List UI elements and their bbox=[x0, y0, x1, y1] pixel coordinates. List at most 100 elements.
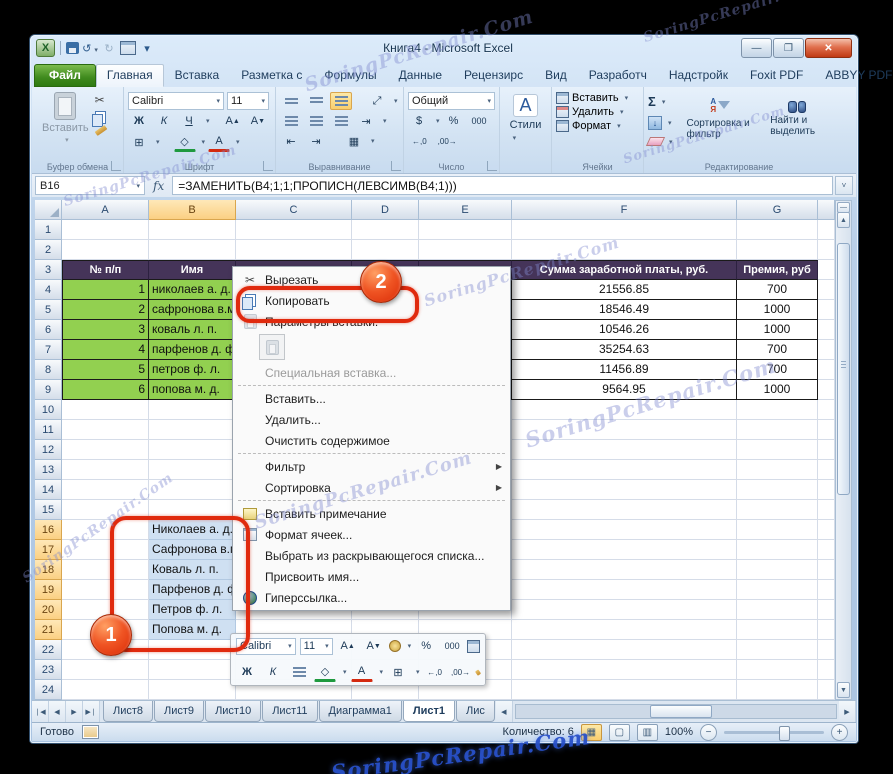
cell-D1[interactable] bbox=[352, 220, 419, 240]
vertical-scrollbar[interactable]: — ▲ ▼ bbox=[835, 200, 852, 700]
align-center-icon[interactable] bbox=[305, 112, 327, 130]
cell-F18[interactable] bbox=[512, 560, 737, 580]
scroll-up-icon[interactable]: ▲ bbox=[837, 212, 850, 228]
menu-item-гиперссылка[interactable]: Гиперссылка... bbox=[235, 587, 508, 608]
row-header-21[interactable]: 21 bbox=[35, 620, 62, 640]
cell-H18[interactable] bbox=[818, 560, 835, 580]
scroll-down-icon[interactable]: ▼ bbox=[837, 682, 850, 698]
cell-A24[interactable] bbox=[62, 680, 149, 700]
cell-F21[interactable] bbox=[512, 620, 737, 640]
mini-shrink-font-icon[interactable]: А ▼ bbox=[363, 637, 385, 655]
formula-input[interactable]: =ЗАМЕНИТЬ(B4;1;1;ПРОПИСН(ЛЕВСИМВ(B4;1))) bbox=[172, 176, 833, 195]
row-header-17[interactable]: 17 bbox=[35, 540, 62, 560]
cell-F23[interactable] bbox=[512, 660, 737, 680]
cell-H21[interactable] bbox=[818, 620, 835, 640]
cell-H8[interactable] bbox=[818, 360, 835, 380]
cell-F24[interactable] bbox=[512, 680, 737, 700]
paste-button[interactable]: Вставить ▾ bbox=[36, 90, 95, 146]
row-header-15[interactable]: 15 bbox=[35, 500, 62, 520]
row-header-24[interactable]: 24 bbox=[35, 680, 62, 700]
cell-H6[interactable] bbox=[818, 320, 835, 340]
cell-H4[interactable] bbox=[818, 280, 835, 300]
sheet-tab-лист8[interactable]: Лист8 bbox=[103, 701, 154, 722]
cell-H7[interactable] bbox=[818, 340, 835, 360]
cell-H13[interactable] bbox=[818, 460, 835, 480]
cell-F10[interactable] bbox=[512, 400, 737, 420]
cell-B10[interactable] bbox=[149, 400, 236, 420]
cell-H22[interactable] bbox=[818, 640, 835, 660]
font-size-select[interactable]: 11 ▾ bbox=[227, 92, 269, 110]
increase-indent-icon[interactable]: ⇥ bbox=[305, 132, 327, 150]
menu-item-фильтр[interactable]: Фильтр ▶ bbox=[235, 456, 508, 477]
ribbon-tab-рецензирс[interactable]: Рецензирс bbox=[453, 64, 534, 87]
column-header-B[interactable]: B bbox=[149, 200, 236, 220]
cell-B23[interactable] bbox=[149, 660, 236, 680]
cell-A5[interactable]: 2 bbox=[62, 300, 149, 320]
menu-item-вставить[interactable]: Вставить... bbox=[235, 388, 508, 409]
cell-G2[interactable] bbox=[737, 240, 818, 260]
cell-E2[interactable] bbox=[419, 240, 512, 260]
cell-A23[interactable] bbox=[62, 660, 149, 680]
select-all-corner[interactable] bbox=[35, 200, 62, 220]
cell-A2[interactable] bbox=[62, 240, 149, 260]
next-sheet-icon[interactable]: ▶ bbox=[66, 701, 83, 722]
row-header-9[interactable]: 9 bbox=[35, 380, 62, 400]
cell-B8[interactable]: петров ф. л. bbox=[149, 360, 236, 380]
cell-H2[interactable] bbox=[818, 240, 835, 260]
menu-item-формат-ячеек[interactable]: Формат ячеек... bbox=[235, 524, 508, 545]
decrease-decimal-icon[interactable]: ,00→ bbox=[434, 132, 461, 150]
sheet-tab-лист9[interactable]: Лист9 bbox=[154, 701, 205, 722]
cell-G15[interactable] bbox=[737, 500, 818, 520]
mini-inc-decimal-icon[interactable]: ←,0 bbox=[424, 663, 446, 681]
page-layout-view-icon[interactable]: ▢ bbox=[608, 723, 630, 741]
customize-qat-icon[interactable]: ▾ bbox=[139, 42, 155, 55]
cell-H11[interactable] bbox=[818, 420, 835, 440]
menu-item-очистить-содержимое[interactable]: Очистить содержимое bbox=[235, 430, 508, 451]
cell-H24[interactable] bbox=[818, 680, 835, 700]
cell-F22[interactable] bbox=[512, 640, 737, 660]
mini-format-painter-icon[interactable] bbox=[474, 668, 482, 676]
number-format-select[interactable]: Общий ▾ bbox=[408, 92, 495, 110]
ribbon-tab-вид[interactable]: Вид bbox=[534, 64, 578, 87]
percent-button[interactable]: % bbox=[443, 112, 465, 130]
cell-F6[interactable]: 10546.26 bbox=[512, 320, 737, 340]
format-cells-button[interactable]: Формат ▾ bbox=[556, 120, 639, 132]
cell-F20[interactable] bbox=[512, 600, 737, 620]
ribbon-tab-abbyy-pdf[interactable]: ABBYY PDF bbox=[814, 64, 893, 87]
tab-scroll-left-icon[interactable]: ◀ bbox=[495, 701, 513, 722]
menu-item-вставить-примечание[interactable]: Вставить примечание bbox=[235, 503, 508, 524]
cell-F15[interactable] bbox=[512, 500, 737, 520]
bold-button[interactable]: Ж bbox=[128, 112, 150, 130]
ribbon-tab-разметка-с[interactable]: Разметка с bbox=[230, 64, 313, 87]
cell-G11[interactable] bbox=[737, 420, 818, 440]
decrease-indent-icon[interactable]: ⇤ bbox=[280, 132, 302, 150]
cell-A1[interactable] bbox=[62, 220, 149, 240]
cell-H17[interactable] bbox=[818, 540, 835, 560]
cell-G5[interactable]: 1000 bbox=[737, 300, 818, 320]
cell-A10[interactable] bbox=[62, 400, 149, 420]
sheet-tab-лис[interactable]: Лис bbox=[455, 701, 495, 722]
macro-record-icon[interactable] bbox=[81, 725, 99, 739]
cell-H9[interactable] bbox=[818, 380, 835, 400]
name-box[interactable]: B16 ▾ bbox=[35, 176, 145, 195]
ribbon-tab-foxit-pdf[interactable]: Foxit PDF bbox=[739, 64, 814, 87]
cell-G8[interactable]: 700 bbox=[737, 360, 818, 380]
cell-F5[interactable]: 18546.49 bbox=[512, 300, 737, 320]
cell-B14[interactable] bbox=[149, 480, 236, 500]
cell-H5[interactable] bbox=[818, 300, 835, 320]
sort-filter-button[interactable]: АЯ Сортировка и фильтр bbox=[681, 90, 757, 148]
row-header-13[interactable]: 13 bbox=[35, 460, 62, 480]
cell-B24[interactable] bbox=[149, 680, 236, 700]
mini-align-icon[interactable] bbox=[288, 663, 310, 681]
cell-A4[interactable]: 1 bbox=[62, 280, 149, 300]
normal-view-icon[interactable]: ▦ bbox=[580, 723, 602, 741]
menu-item-присвоить-имя[interactable]: Присвоить имя... bbox=[235, 566, 508, 587]
sheet-tab-лист1[interactable]: Лист1 bbox=[402, 701, 455, 722]
cell-G17[interactable] bbox=[737, 540, 818, 560]
row-header-8[interactable]: 8 bbox=[35, 360, 62, 380]
mini-bold-icon[interactable]: Ж bbox=[236, 663, 258, 681]
cell-A11[interactable] bbox=[62, 420, 149, 440]
wrap-text-icon[interactable]: ⇥ bbox=[355, 112, 377, 130]
cell-G14[interactable] bbox=[737, 480, 818, 500]
cell-F11[interactable] bbox=[512, 420, 737, 440]
